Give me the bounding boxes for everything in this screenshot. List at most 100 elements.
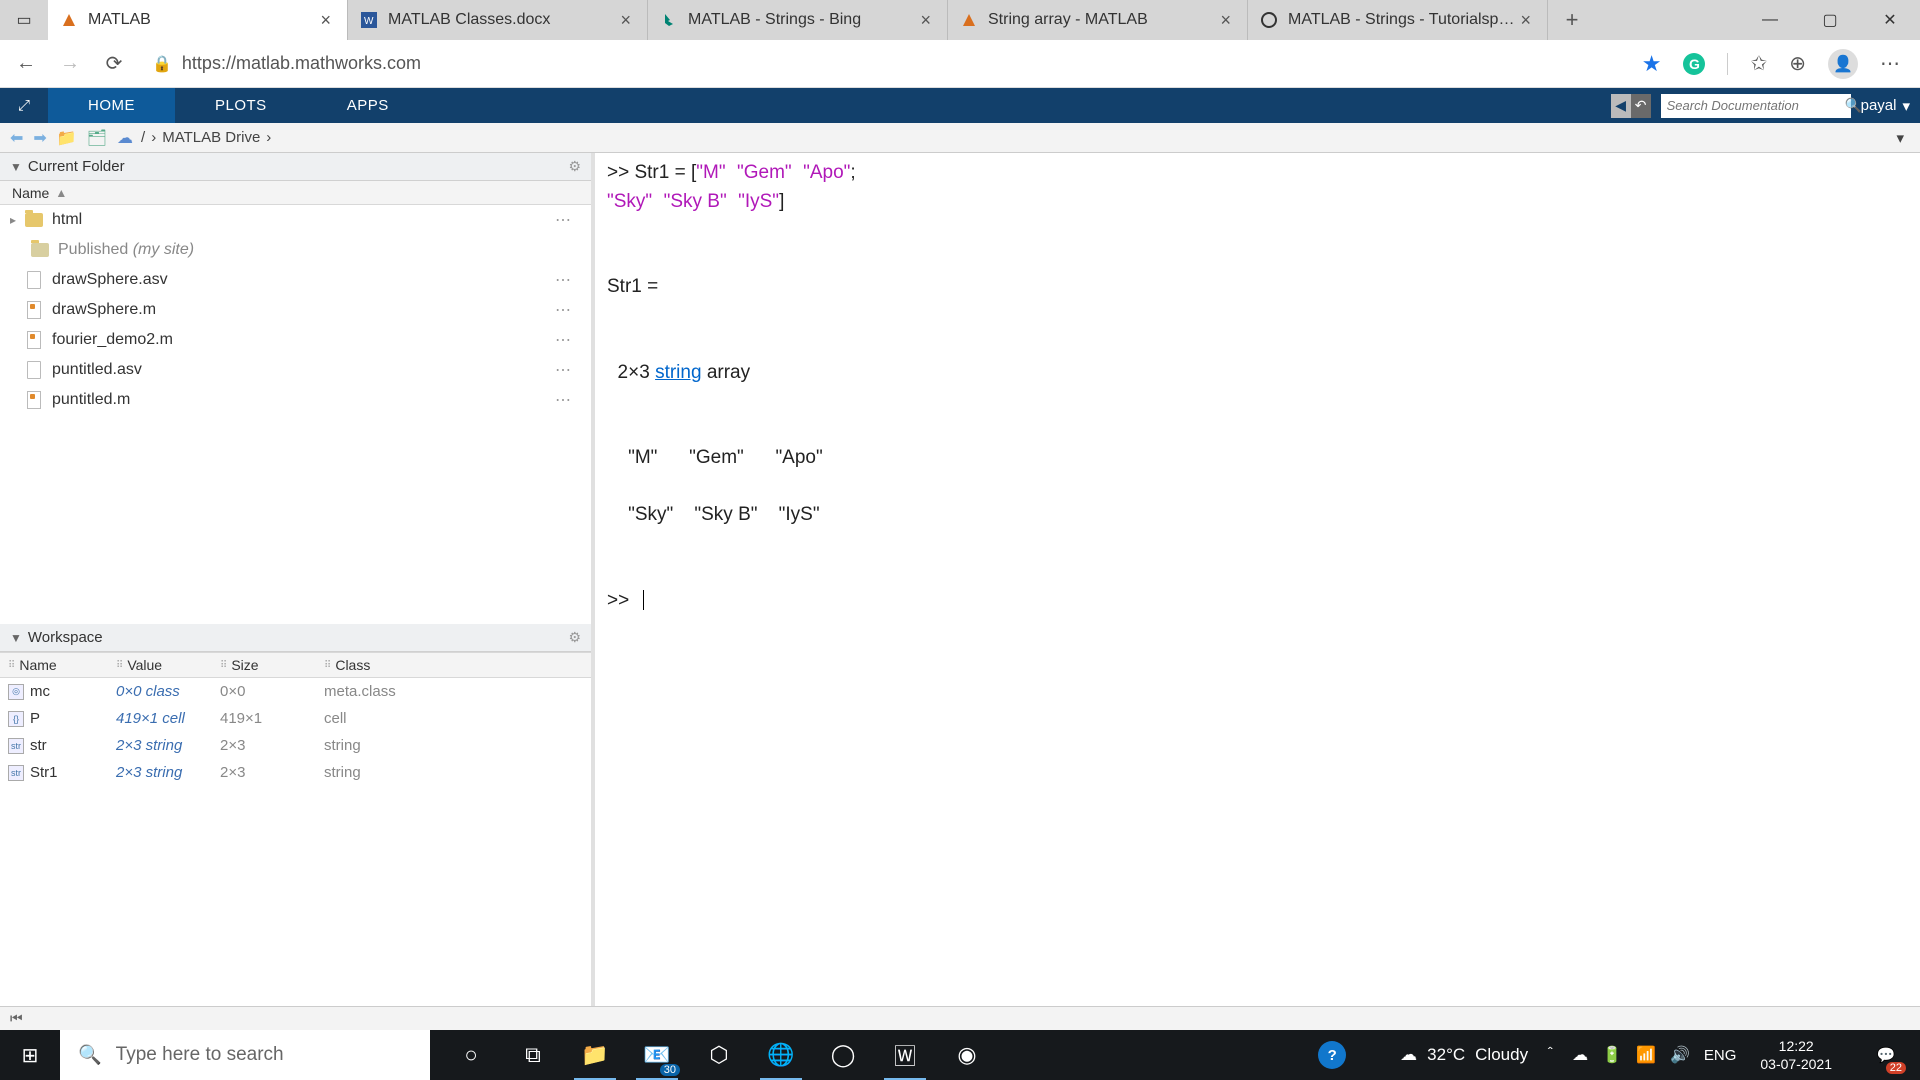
mfile-icon	[24, 331, 44, 349]
workspace-columns[interactable]: ⠿Name ⠿Value ⠿Size ⠿Class	[0, 652, 591, 678]
weather-widget[interactable]: ☁ 32°C Cloudy	[1400, 1045, 1528, 1065]
refresh-button[interactable]: ⟳	[100, 50, 128, 78]
file-column-header[interactable]: Name ▲	[0, 181, 591, 205]
tab-title: MATLAB	[88, 11, 316, 29]
cortana-icon[interactable]: ○	[440, 1030, 502, 1080]
workspace-row-str[interactable]: strstr 2×3 string 2×3 string	[0, 732, 591, 759]
path-expand-icon[interactable]: ▾	[1896, 129, 1912, 147]
close-icon[interactable]: ×	[616, 10, 635, 31]
browser-tab-tutorialspoint[interactable]: MATLAB - Strings - Tutorialspoin ×	[1248, 0, 1548, 40]
browser-tab-stringarray[interactable]: String array - MATLAB ×	[948, 0, 1248, 40]
lock-icon: 🔒	[152, 54, 172, 74]
row-more-icon[interactable]: ⋯	[555, 270, 581, 290]
close-icon[interactable]: ×	[316, 10, 335, 31]
tray-expand-icon[interactable]: ＾	[1542, 1043, 1558, 1067]
grammarly-icon[interactable]: G	[1683, 53, 1705, 75]
row-more-icon[interactable]: ⋯	[555, 390, 581, 410]
alexa-icon[interactable]: ◯	[812, 1030, 874, 1080]
more-icon[interactable]: ⋯	[1880, 51, 1900, 76]
collapse-icon[interactable]: ▼	[10, 160, 22, 174]
gear-icon[interactable]: ⚙	[568, 629, 581, 646]
restore-layout-icon[interactable]: ⤢	[0, 88, 48, 123]
workspace-row-mc[interactable]: ◎mc 0×0 class 0×0 meta.class	[0, 678, 591, 705]
minimize-button[interactable]: —	[1740, 0, 1800, 40]
workspace-row-str1[interactable]: strStr1 2×3 string 2×3 string	[0, 759, 591, 786]
maximize-button[interactable]: ▢	[1800, 0, 1860, 40]
command-window[interactable]: >> Str1 = ["M" "Gem" "Apo"; "Sky" "Sky B…	[595, 153, 1920, 1006]
clock[interactable]: 12:22 03-07-2021	[1750, 1037, 1842, 1073]
path-sep2: ›	[151, 129, 156, 146]
close-icon[interactable]: ×	[1216, 10, 1235, 31]
row-more-icon[interactable]: ⋯	[555, 330, 581, 350]
file-name: Published (my site)	[58, 241, 194, 259]
var-icon: str	[8, 738, 24, 754]
volume-icon[interactable]: 🔊	[1670, 1045, 1690, 1065]
toolstrip-undo-icon[interactable]: ↶	[1631, 94, 1651, 118]
file-row-puntitled-asv[interactable]: puntitled.asv ⋯	[0, 355, 591, 385]
tab-actions-icon[interactable]: ▭	[0, 0, 48, 40]
close-window-button[interactable]: ✕	[1860, 0, 1920, 40]
wifi-icon[interactable]: 📶	[1636, 1045, 1656, 1065]
status-collapse-icon[interactable]: ⏮	[10, 1010, 23, 1027]
favorite-star-icon[interactable]: ★	[1642, 51, 1662, 77]
language-indicator[interactable]: ENG	[1704, 1047, 1737, 1064]
workspace-row-p[interactable]: {}P 419×1 cell 419×1 cell	[0, 705, 591, 732]
url-field[interactable]: 🔒 https://matlab.mathworks.com	[144, 53, 1626, 74]
collections-icon[interactable]: ⊕	[1789, 51, 1806, 76]
profile-avatar[interactable]: 👤	[1828, 49, 1858, 79]
tab-home[interactable]: HOME	[48, 88, 175, 123]
close-icon[interactable]: ×	[916, 10, 935, 31]
help-icon[interactable]: ?	[1318, 1041, 1346, 1069]
close-icon[interactable]: ×	[1516, 10, 1535, 31]
file-row-fourier[interactable]: fourier_demo2.m ⋯	[0, 325, 591, 355]
explorer-icon[interactable]: 📁	[564, 1030, 626, 1080]
app-icon[interactable]: ⬡	[688, 1030, 750, 1080]
file-name: puntitled.asv	[52, 361, 142, 379]
battery-icon[interactable]: 🔋	[1602, 1045, 1622, 1065]
file-row-html[interactable]: ▸ html ⋯	[0, 205, 591, 235]
string-type-link[interactable]: string	[655, 362, 701, 383]
tab-apps[interactable]: APPS	[307, 88, 429, 123]
expand-icon[interactable]: ▸	[10, 213, 24, 227]
gear-icon[interactable]: ⚙	[568, 158, 581, 175]
file-row-drawsphere-m[interactable]: drawSphere.m ⋯	[0, 295, 591, 325]
file-row-puntitled-m[interactable]: puntitled.m ⋯	[0, 385, 591, 415]
browser-tab-classes[interactable]: W MATLAB Classes.docx ×	[348, 0, 648, 40]
toolstrip-prev-icon[interactable]: ◀	[1611, 94, 1631, 118]
path-back-icon[interactable]: ⬅	[8, 128, 25, 148]
search-documentation-input[interactable]	[1667, 98, 1845, 113]
row-more-icon[interactable]: ⋯	[555, 300, 581, 320]
tutorialspoint-favicon-icon	[1260, 11, 1278, 29]
task-view-icon[interactable]: ⧉	[502, 1030, 564, 1080]
workspace-header[interactable]: ▼ Workspace ⚙	[0, 624, 591, 652]
tab-plots[interactable]: PLOTS	[175, 88, 307, 123]
grip-icon: ⠿	[116, 660, 123, 671]
start-button[interactable]: ⊞	[0, 1030, 60, 1080]
path-up-icon[interactable]: 📁	[55, 128, 79, 148]
browser-tab-matlab[interactable]: MATLAB ×	[48, 0, 348, 40]
edge-icon[interactable]: 🌐	[750, 1030, 812, 1080]
row-more-icon[interactable]: ⋯	[555, 210, 581, 230]
word-icon[interactable]: 🅆	[874, 1030, 936, 1080]
browser-tab-bing[interactable]: MATLAB - Strings - Bing ×	[648, 0, 948, 40]
path-browse-icon[interactable]: 🗂	[85, 128, 109, 148]
favorites-icon[interactable]: ✩	[1750, 51, 1767, 76]
search-documentation[interactable]: 🔍	[1661, 94, 1851, 118]
search-icon[interactable]: 🔍	[1845, 97, 1862, 114]
current-folder-header[interactable]: ▼ Current Folder ⚙	[0, 153, 591, 181]
forward-button[interactable]: →	[56, 50, 84, 78]
user-menu[interactable]: payal ▾	[1861, 97, 1910, 115]
onedrive-icon[interactable]: ☁	[1572, 1045, 1588, 1065]
row-more-icon[interactable]: ⋯	[555, 360, 581, 380]
new-tab-button[interactable]: +	[1548, 0, 1596, 40]
collapse-icon[interactable]: ▼	[10, 631, 22, 645]
path-forward-icon[interactable]: ➡	[31, 128, 48, 148]
taskbar-search[interactable]: 🔍 Type here to search	[60, 1030, 430, 1080]
path-drive[interactable]: MATLAB Drive	[162, 129, 260, 146]
file-row-published[interactable]: Published (my site)	[0, 235, 591, 265]
file-row-drawsphere-asv[interactable]: drawSphere.asv ⋯	[0, 265, 591, 295]
mail-icon[interactable]: 📧30	[626, 1030, 688, 1080]
action-center-icon[interactable]: 💬22	[1856, 1030, 1916, 1080]
chrome-icon[interactable]: ◉	[936, 1030, 998, 1080]
back-button[interactable]: ←	[12, 50, 40, 78]
